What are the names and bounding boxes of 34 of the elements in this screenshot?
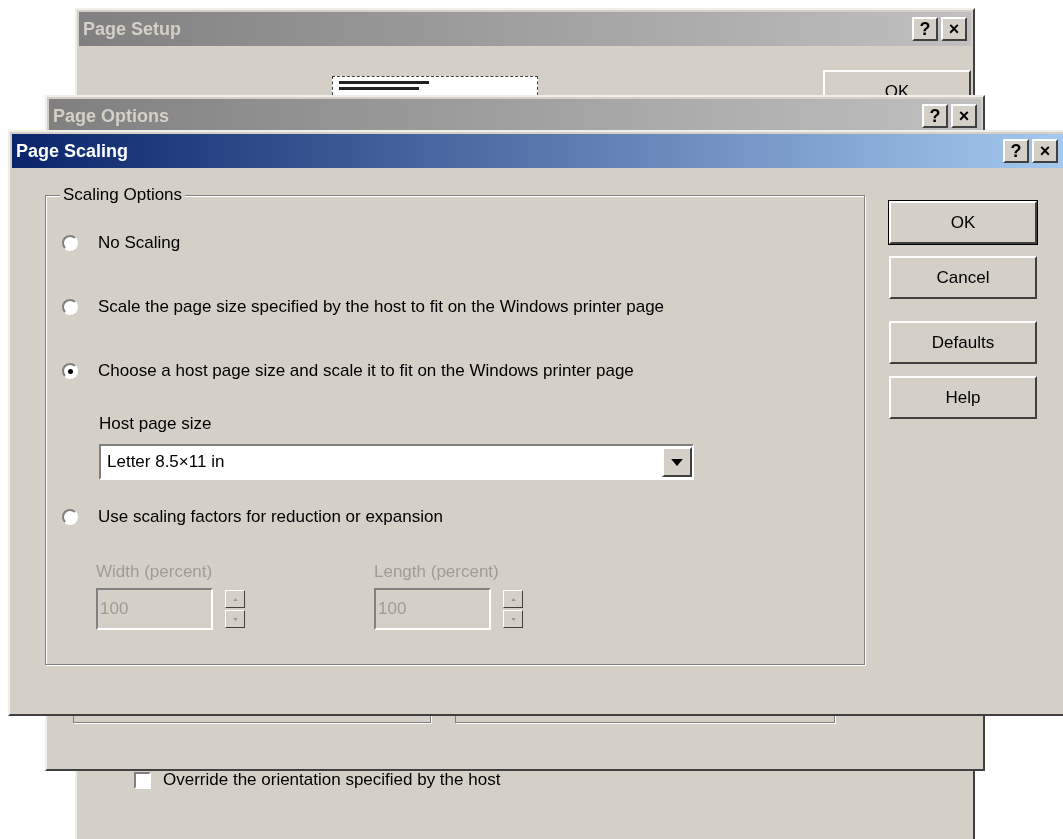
radio-label: Choose a host page size and scale it to fit on the Windows printer page [98,361,634,381]
down-arrow-icon [510,617,516,621]
close-button[interactable]: × [941,17,967,41]
spin-up-button[interactable] [503,590,523,608]
dialog-button[interactable]: Help [889,376,1037,419]
checkbox[interactable] [134,771,151,789]
radio-button[interactable] [62,299,78,315]
spin-down-button[interactable] [225,610,245,628]
down-arrow-icon [232,617,238,621]
close-button[interactable]: × [951,104,977,128]
radio-button[interactable] [62,509,78,525]
help-button[interactable]: ? [922,104,948,128]
radio-button[interactable] [62,363,78,379]
spin-down-button[interactable] [503,610,523,628]
spin-up-button[interactable] [225,590,245,608]
dropdown[interactable]: Letter 8.5×11 in [99,444,694,480]
dialog-button[interactable]: Defaults [889,321,1037,364]
radio-label: Scale the page size specified by the host to fit on the Windows printer page [98,297,665,317]
up-arrow-icon [232,597,238,601]
window-title: Page Setup [83,18,182,40]
window-title: Page Scaling [16,140,129,162]
group-title: Scaling Options [60,185,186,205]
help-button[interactable]: ? [1003,139,1029,163]
up-arrow-icon [510,597,516,601]
radio-label: No Scaling [98,233,181,253]
checkbox-label: Override the orientation specified by the host [163,770,501,790]
window-title: Page Options [53,105,169,127]
dialog-button[interactable]: Cancel [889,256,1037,299]
field-label: Host page size [99,414,213,434]
help-button[interactable]: ? [912,17,938,41]
dialog-button[interactable]: OK [889,201,1037,244]
close-button[interactable]: × [1032,139,1058,163]
radio-button[interactable] [62,235,78,251]
radio-label: Use scaling factors for reduction or expansion [98,507,443,527]
